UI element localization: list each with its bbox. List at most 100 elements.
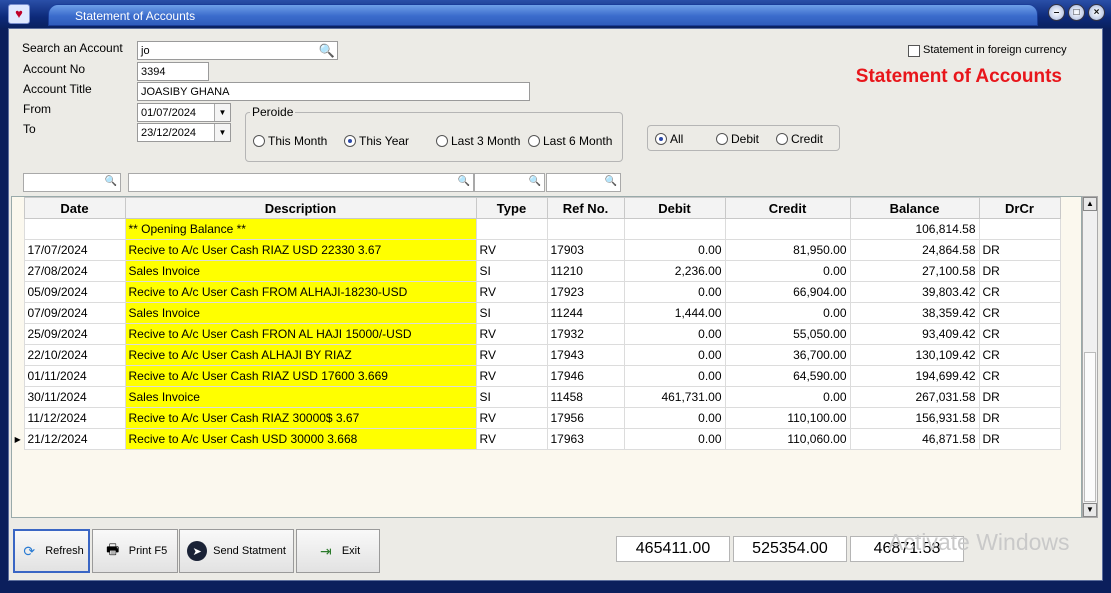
cell-drcr[interactable]: DR bbox=[978, 386, 1061, 408]
account-title-field[interactable]: JOASIBY GHANA bbox=[137, 82, 530, 101]
cell-description[interactable]: Recive to A/c User Cash USD 30000 3.668 bbox=[124, 428, 477, 450]
cell-description[interactable]: Recive to A/c User Cash RIAZ USD 17600 3… bbox=[124, 365, 477, 387]
cell-debit[interactable]: 0.00 bbox=[623, 344, 726, 366]
app-icon[interactable]: ♥ bbox=[8, 4, 30, 24]
cell-balance[interactable]: 156,931.58 bbox=[849, 407, 980, 429]
col-header-credit[interactable]: Credit bbox=[724, 197, 851, 219]
table-row[interactable]: 30/11/2024 Sales Invoice SI 11458 461,731.00… bbox=[12, 386, 1061, 408]
cell-description[interactable]: ** Opening Balance ** bbox=[124, 218, 477, 240]
cell-credit[interactable]: 55,050.00 bbox=[724, 323, 851, 345]
row-selector[interactable] bbox=[12, 344, 24, 366]
cell-ref[interactable]: 17943 bbox=[546, 344, 625, 366]
cell-balance[interactable]: 27,100.58 bbox=[849, 260, 980, 282]
date-filter-input[interactable]: 🔍 bbox=[23, 173, 121, 192]
radio-debit[interactable]: Debit bbox=[716, 132, 759, 146]
cell-debit[interactable]: 0.00 bbox=[623, 407, 726, 429]
table-row[interactable]: 22/10/2024 Recive to A/c User Cash ALHAJI… bbox=[12, 344, 1061, 366]
row-selector[interactable] bbox=[12, 407, 24, 429]
minimize-button[interactable]: – bbox=[1048, 4, 1065, 21]
cell-description[interactable]: Sales Invoice bbox=[124, 302, 477, 324]
search-icon[interactable]: 🔍 bbox=[319, 43, 335, 59]
print-button[interactable]: 🖶 Print F5 bbox=[92, 529, 178, 573]
cell-debit[interactable]: 2,236.00 bbox=[623, 260, 726, 282]
cell-type[interactable]: SI bbox=[475, 260, 548, 282]
row-selector[interactable] bbox=[12, 302, 24, 324]
send-statement-button[interactable]: ➤ Send Statment bbox=[179, 529, 294, 573]
from-date-picker[interactable]: 01/07/2024 ▼ bbox=[137, 103, 231, 122]
description-filter-input[interactable]: 🔍 bbox=[128, 173, 474, 192]
cell-debit[interactable]: 461,731.00 bbox=[623, 386, 726, 408]
radio-this-year[interactable]: This Year bbox=[344, 134, 409, 148]
cell-ref[interactable]: 17963 bbox=[546, 428, 625, 450]
chevron-down-icon[interactable]: ▼ bbox=[214, 104, 230, 121]
scroll-down-icon[interactable]: ▼ bbox=[1083, 503, 1097, 517]
row-selector[interactable] bbox=[12, 281, 24, 303]
radio-this-month[interactable]: This Month bbox=[253, 134, 327, 148]
cell-ref[interactable]: 17956 bbox=[546, 407, 625, 429]
col-header-debit[interactable]: Debit bbox=[623, 197, 726, 219]
cell-description[interactable]: Recive to A/c User Cash ALHAJI BY RIAZ bbox=[124, 344, 477, 366]
row-selector[interactable] bbox=[12, 260, 24, 282]
cell-credit[interactable]: 0.00 bbox=[724, 386, 851, 408]
cell-credit[interactable] bbox=[724, 218, 851, 240]
cell-description[interactable]: Recive to A/c User Cash FRON AL HAJI 150… bbox=[124, 323, 477, 345]
radio-last-6-month[interactable]: Last 6 Month bbox=[528, 134, 612, 148]
cell-drcr[interactable]: CR bbox=[978, 344, 1061, 366]
cell-description[interactable]: Sales Invoice bbox=[124, 386, 477, 408]
cell-credit[interactable]: 66,904.00 bbox=[724, 281, 851, 303]
exit-button[interactable]: ⇥ Exit bbox=[296, 529, 380, 573]
cell-balance[interactable]: 93,409.42 bbox=[849, 323, 980, 345]
row-selector[interactable] bbox=[12, 239, 24, 261]
table-row[interactable]: 11/12/2024 Recive to A/c User Cash RIAZ 3… bbox=[12, 407, 1061, 429]
cell-drcr[interactable]: CR bbox=[978, 281, 1061, 303]
cell-type[interactable]: SI bbox=[475, 386, 548, 408]
cell-type[interactable]: RV bbox=[475, 323, 548, 345]
cell-debit[interactable]: 0.00 bbox=[623, 323, 726, 345]
cell-balance[interactable]: 38,359.42 bbox=[849, 302, 980, 324]
cell-type[interactable]: RV bbox=[475, 344, 548, 366]
cell-type[interactable]: RV bbox=[475, 281, 548, 303]
cell-credit[interactable]: 0.00 bbox=[724, 302, 851, 324]
row-selector[interactable] bbox=[12, 218, 24, 240]
table-row[interactable]: 01/11/2024 Recive to A/c User Cash RIAZ U… bbox=[12, 365, 1061, 387]
row-selector[interactable] bbox=[12, 323, 24, 345]
cell-balance[interactable]: 24,864.58 bbox=[849, 239, 980, 261]
foreign-currency-checkbox[interactable] bbox=[908, 45, 920, 57]
cell-balance[interactable]: 106,814.58 bbox=[849, 218, 980, 240]
cell-date[interactable]: 21/12/2024 bbox=[23, 428, 126, 450]
scroll-thumb[interactable] bbox=[1084, 352, 1096, 502]
cell-date[interactable]: 07/09/2024 bbox=[23, 302, 126, 324]
type-filter-input[interactable]: 🔍 bbox=[474, 173, 545, 192]
cell-drcr[interactable]: DR bbox=[978, 428, 1061, 450]
to-date-picker[interactable]: 23/12/2024 ▼ bbox=[137, 123, 231, 142]
cell-date[interactable] bbox=[23, 218, 126, 240]
cell-balance[interactable]: 194,699.42 bbox=[849, 365, 980, 387]
cell-type[interactable]: RV bbox=[475, 428, 548, 450]
cell-date[interactable]: 30/11/2024 bbox=[23, 386, 126, 408]
cell-type[interactable]: RV bbox=[475, 407, 548, 429]
close-button[interactable]: × bbox=[1088, 4, 1105, 21]
cell-type[interactable] bbox=[475, 218, 548, 240]
cell-credit[interactable]: 110,060.00 bbox=[724, 428, 851, 450]
cell-drcr[interactable]: CR bbox=[978, 302, 1061, 324]
table-row[interactable]: 25/09/2024 Recive to A/c User Cash FRON A… bbox=[12, 323, 1061, 345]
cell-credit[interactable]: 64,590.00 bbox=[724, 365, 851, 387]
cell-drcr[interactable]: DR bbox=[978, 260, 1061, 282]
cell-ref[interactable]: 17903 bbox=[546, 239, 625, 261]
cell-balance[interactable]: 267,031.58 bbox=[849, 386, 980, 408]
cell-ref[interactable]: 11210 bbox=[546, 260, 625, 282]
cell-date[interactable]: 11/12/2024 bbox=[23, 407, 126, 429]
col-header-ref[interactable]: Ref No. bbox=[546, 197, 625, 219]
col-header-description[interactable]: Description bbox=[124, 197, 477, 219]
cell-description[interactable]: Sales Invoice bbox=[124, 260, 477, 282]
cell-debit[interactable]: 0.00 bbox=[623, 365, 726, 387]
table-row[interactable]: 27/08/2024 Sales Invoice SI 11210 2,236.00 0.… bbox=[12, 260, 1061, 282]
cell-drcr[interactable]: DR bbox=[978, 407, 1061, 429]
col-header-balance[interactable]: Balance bbox=[849, 197, 980, 219]
cell-ref[interactable]: 11458 bbox=[546, 386, 625, 408]
table-row[interactable]: ** Opening Balance ** 106,814.58 bbox=[12, 218, 1061, 240]
cell-date[interactable]: 22/10/2024 bbox=[23, 344, 126, 366]
cell-balance[interactable]: 46,871.58 bbox=[849, 428, 980, 450]
cell-balance[interactable]: 130,109.42 bbox=[849, 344, 980, 366]
radio-all[interactable]: All bbox=[655, 132, 683, 146]
